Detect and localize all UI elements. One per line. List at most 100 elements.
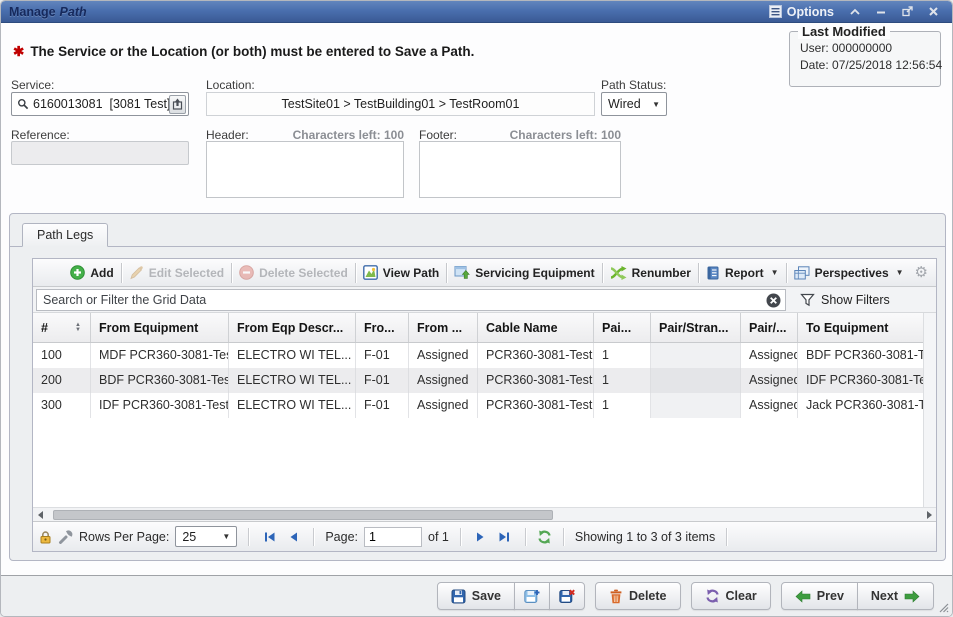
clear-refresh-icon xyxy=(705,589,720,603)
page-number-input[interactable] xyxy=(364,527,422,547)
service-detail-button[interactable] xyxy=(169,95,186,114)
prev-label: Prev xyxy=(817,589,844,603)
page-count-label: of 1 xyxy=(428,530,449,544)
report-notebook-icon xyxy=(706,266,720,280)
funnel-icon xyxy=(800,293,815,307)
servicing-equipment-button[interactable]: Servicing Equipment xyxy=(454,265,594,280)
clear-button[interactable]: Clear xyxy=(691,582,771,610)
rows-per-page-select[interactable]: 25 ▼ xyxy=(175,526,237,547)
page-label: Page: xyxy=(325,530,358,544)
column-header-number[interactable]: # ▲▼ xyxy=(33,313,91,342)
bottom-button-bar: Save Delete Clear Prev Next xyxy=(1,575,952,616)
reference-input[interactable] xyxy=(11,141,189,165)
servicing-equipment-icon xyxy=(454,265,470,280)
next-arrow-icon xyxy=(904,590,920,603)
location-field[interactable]: TestSite01 > TestBuilding01 > TestRoom01 xyxy=(206,92,595,116)
delete-selected-button[interactable]: Delete Selected xyxy=(239,265,348,280)
prev-page-button[interactable] xyxy=(284,528,302,546)
close-icon xyxy=(929,7,938,16)
column-header-from-eqp-descr[interactable]: From Eqp Descr... xyxy=(229,313,356,342)
renumber-button[interactable]: Renumber xyxy=(610,266,691,280)
pager-separator xyxy=(460,528,461,546)
add-button[interactable]: Add xyxy=(70,265,113,280)
sort-arrows-icon[interactable]: ▲▼ xyxy=(75,323,81,333)
report-button[interactable]: Report ▼ xyxy=(706,266,779,280)
header-textarea[interactable] xyxy=(206,141,404,198)
save-floppy-icon xyxy=(451,589,466,604)
save-button[interactable]: Save xyxy=(437,582,515,610)
prev-arrow-icon xyxy=(795,590,811,603)
edit-selected-button[interactable]: Edit Selected xyxy=(129,265,224,280)
delete-button[interactable]: Delete xyxy=(595,582,681,610)
search-input[interactable] xyxy=(36,289,786,311)
close-button[interactable] xyxy=(922,4,944,20)
grid-toolbar: Add Edit Selected Delete Selected View P… xyxy=(33,259,936,287)
delete-label: Delete xyxy=(629,589,667,603)
renumber-label: Renumber xyxy=(632,266,691,280)
column-header-pair-stran[interactable]: Pair/Stran... xyxy=(651,313,741,342)
popout-button[interactable] xyxy=(896,4,918,20)
validation-warning: ✱The Service or the Location (or both) m… xyxy=(13,44,474,60)
column-header-cable-name[interactable]: Cable Name xyxy=(478,313,594,342)
first-page-button[interactable] xyxy=(260,528,278,546)
footer-textarea[interactable] xyxy=(419,141,621,198)
prev-button[interactable]: Prev xyxy=(781,582,858,610)
scroll-left-arrow[interactable] xyxy=(33,508,47,522)
column-header-from-equipment[interactable]: From Equipment xyxy=(91,313,229,342)
collapse-button[interactable] xyxy=(844,4,866,20)
service-field[interactable]: 6160013081 [3081 Test] xyxy=(11,92,189,116)
table-row[interactable]: 300 IDF PCR360-3081-Test-... ELECTRO WI … xyxy=(33,393,925,418)
refresh-icon[interactable] xyxy=(537,530,552,544)
next-button[interactable]: Next xyxy=(857,582,934,610)
grid-search-row: Show Filters xyxy=(33,287,936,313)
view-path-label: View Path xyxy=(383,266,439,280)
horizontal-scrollbar[interactable] xyxy=(33,507,936,521)
options-list-icon xyxy=(769,5,782,18)
trash-icon xyxy=(609,589,623,604)
edit-selected-label: Edit Selected xyxy=(149,266,224,280)
search-icon xyxy=(17,98,29,110)
toolbar-separator xyxy=(121,263,122,283)
save-and-new-button[interactable] xyxy=(514,582,550,610)
add-label: Add xyxy=(90,266,113,280)
column-header-fro[interactable]: Fro... xyxy=(356,313,409,342)
lock-icon[interactable] xyxy=(39,530,52,544)
column-header-pair[interactable]: Pair/... xyxy=(741,313,798,342)
save-and-close-button[interactable] xyxy=(549,582,585,610)
scrollbar-thumb[interactable] xyxy=(53,510,553,520)
minimize-button[interactable] xyxy=(870,4,892,20)
tab-path-legs[interactable]: Path Legs xyxy=(22,223,108,247)
showing-items-label: Showing 1 to 3 of 3 items xyxy=(575,530,715,544)
view-path-button[interactable]: View Path xyxy=(363,265,439,280)
save-close-floppy-icon xyxy=(559,589,575,604)
table-row[interactable]: 200 BDF PCR360-3081-Test... ELECTRO WI T… xyxy=(33,368,925,393)
toolbar-separator xyxy=(698,263,699,283)
last-page-button[interactable] xyxy=(496,528,514,546)
table-row[interactable]: 100 MDF PCR360-3081-Tes... ELECTRO WI TE… xyxy=(33,343,925,368)
column-header-to-equipment[interactable]: To Equipment xyxy=(798,313,925,342)
gear-icon[interactable]: ⚙ xyxy=(915,265,928,280)
resize-grip[interactable] xyxy=(938,602,949,613)
path-status-select[interactable]: Wired ▼ xyxy=(601,92,667,116)
next-page-button[interactable] xyxy=(472,528,490,546)
last-modified-legend: Last Modified xyxy=(798,24,890,39)
show-filters-button[interactable]: Show Filters xyxy=(786,293,936,307)
grid-header-row: # ▲▼ From Equipment From Eqp Descr... Fr… xyxy=(33,313,925,343)
column-header-from[interactable]: From ... xyxy=(409,313,478,342)
column-header-pai[interactable]: Pai... xyxy=(594,313,651,342)
pager-separator xyxy=(525,528,526,546)
rows-per-page-value: 25 xyxy=(182,530,196,544)
clear-search-icon[interactable] xyxy=(766,293,781,308)
edit-pencil-icon xyxy=(129,265,144,280)
vertical-scrollbar[interactable] xyxy=(923,313,936,507)
grid-body: # ▲▼ From Equipment From Eqp Descr... Fr… xyxy=(33,313,936,507)
report-label: Report xyxy=(725,266,764,280)
perspectives-button[interactable]: Perspectives ▼ xyxy=(794,266,904,280)
options-button[interactable]: Options xyxy=(763,4,840,20)
header-chars-left: Characters left: 100 xyxy=(281,128,404,142)
scroll-right-arrow[interactable] xyxy=(922,508,936,522)
footer-chars-left: Characters left: 100 xyxy=(498,128,621,142)
wrench-icon[interactable] xyxy=(58,530,73,544)
titlebar: Manage Path Options xyxy=(1,1,952,23)
scrollbar-track[interactable] xyxy=(47,508,922,522)
